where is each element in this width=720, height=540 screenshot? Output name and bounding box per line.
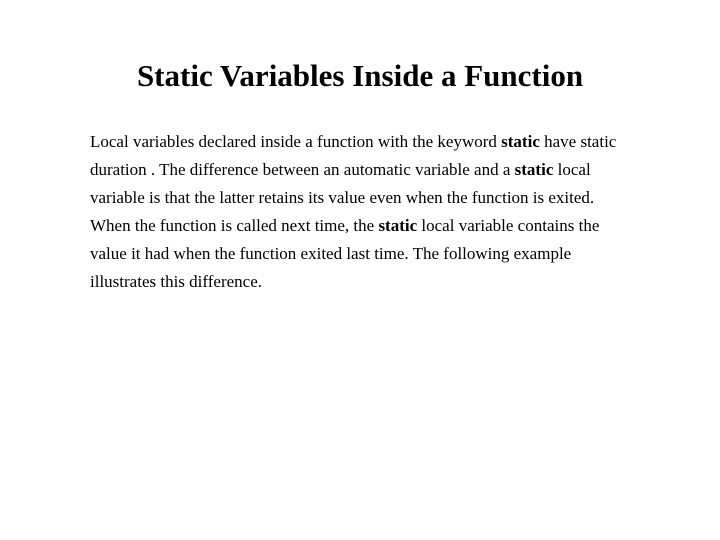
keyword-static: static xyxy=(515,160,554,179)
keyword-static: static xyxy=(378,216,417,235)
text-run: Local variables declared inside a functi… xyxy=(90,132,501,151)
body-paragraph: Local variables declared inside a functi… xyxy=(90,128,630,296)
keyword-static: static xyxy=(501,132,540,151)
page-title: Static Variables Inside a Function xyxy=(90,58,630,94)
